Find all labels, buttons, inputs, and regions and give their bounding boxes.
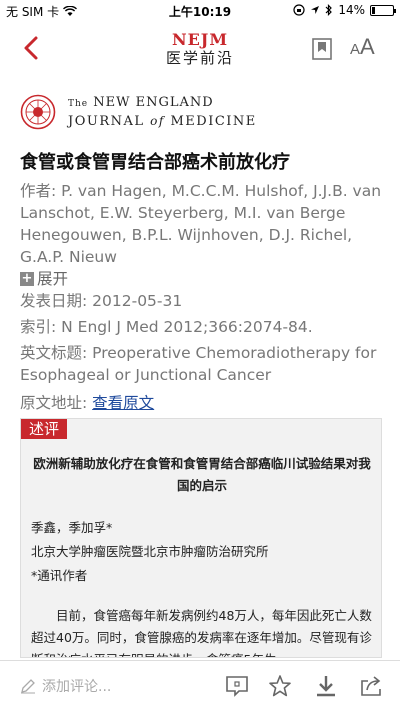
review-tag: 述评 <box>21 419 68 439</box>
download-button[interactable] <box>313 673 339 699</box>
battery-icon <box>370 4 396 16</box>
journal-line1: NEW ENGLAND <box>93 95 214 110</box>
battery-fill <box>372 6 375 14</box>
review-note: *通讯作者 <box>31 568 88 583</box>
star-icon <box>269 675 291 697</box>
back-button[interactable] <box>18 32 46 64</box>
expand-authors-button[interactable]: + 展开 <box>20 268 385 290</box>
journal-line2-a: JOURNAL <box>68 114 145 129</box>
citation: 索引: N Engl J Med 2012;366:2074-84. <box>20 318 313 336</box>
source-row: 原文地址: 查看原文 <box>20 392 385 414</box>
journal-header: The NEW ENGLAND JOURNAL of MEDICINE <box>20 92 380 132</box>
share-icon <box>361 676 381 696</box>
publish-date: 发表日期: 2012-05-31 <box>20 292 183 310</box>
review-body: 目前，食管癌每年新发病例约48万人，每年因此死亡人数超过40万。同时，食管腺癌的… <box>31 608 372 657</box>
journal-line2-b: MEDICINE <box>170 114 257 129</box>
status-right: 14% <box>293 3 396 17</box>
journal-the: The <box>68 99 89 109</box>
nejm-seal-icon <box>20 94 56 130</box>
bookmark-button[interactable] <box>312 38 332 60</box>
comment-bubble-icon <box>226 676 248 697</box>
review-institution: 北京大学肿瘤医院暨北京市肿瘤防治研究所 <box>31 544 269 559</box>
english-title: 英文标题: Preoperative Chemoradiotherapy for… <box>20 344 377 384</box>
font-size-big-label: A <box>360 34 375 59</box>
comment-input[interactable]: 添加评论... <box>20 675 210 697</box>
nejm-logo: NEJM 医学前沿 <box>150 30 250 70</box>
nav-bar: NEJM 医学前沿 AA <box>0 20 400 76</box>
article-authors: 作者: P. van Hagen, M.C.C.M. Hulshof, J.J.… <box>20 182 382 266</box>
favorite-button[interactable] <box>267 673 293 699</box>
brand-subtitle: 医学前沿 <box>165 49 234 67</box>
source-label: 原文地址: <box>20 394 93 412</box>
plus-icon: + <box>20 271 34 286</box>
comments-button[interactable] <box>224 673 250 699</box>
bluetooth-icon <box>325 4 333 16</box>
status-bar: 无 SIM 卡 上午10:19 14% <box>0 0 400 20</box>
comment-placeholder: 添加评论... <box>42 679 112 695</box>
download-icon <box>317 676 335 697</box>
location-icon <box>311 6 320 14</box>
font-size-small-label: A <box>350 41 361 58</box>
commentary-panel: 述评 欧洲新辅助放化疗在食管和食管胃结合部癌临川试验结果对我国的启示 季鑫，季加… <box>20 418 382 658</box>
expand-label: 展开 <box>37 270 69 288</box>
review-headline: 欧洲新辅助放化疗在食管和食管胃结合部癌临川试验结果对我国的启示 <box>33 456 371 493</box>
chevron-left-icon <box>24 36 38 60</box>
journal-name: The NEW ENGLAND JOURNAL of MEDICINE <box>68 94 257 130</box>
lock-rotation-icon <box>293 4 305 16</box>
share-button[interactable] <box>358 673 384 699</box>
battery-percent: 14% <box>338 3 365 17</box>
article-title: 食管或食管胃结合部癌术前放化疗 <box>20 152 290 173</box>
review-authors: 季鑫，季加孚* <box>31 520 113 535</box>
bottom-toolbar: 添加评论... <box>0 660 400 711</box>
font-size-button[interactable]: AA <box>350 34 382 62</box>
view-original-link[interactable]: 查看原文 <box>92 394 154 412</box>
pencil-icon <box>21 679 35 694</box>
journal-of: of <box>150 114 165 128</box>
bookmark-icon <box>312 38 332 60</box>
